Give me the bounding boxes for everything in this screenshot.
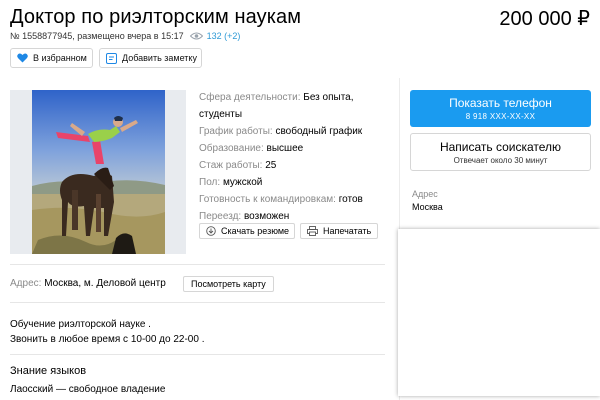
sidebar-address-key: Адрес — [412, 189, 438, 199]
params-list: Сфера деятельности: Без опыта, студенты … — [199, 89, 389, 225]
message-seeker-label: Написать соискателю — [439, 140, 562, 154]
param-sphere: Сфера деятельности: Без опыта, студенты — [199, 92, 354, 120]
divider — [10, 264, 385, 265]
param-schedule: График работы: свободный график — [199, 126, 363, 137]
ad-placeholder — [398, 229, 600, 396]
view-map-button[interactable]: Посмотреть карту — [183, 276, 274, 292]
description-line: Звонить в любое время с 10-00 до 22-00 . — [10, 334, 205, 345]
listing-price: 200 000 ₽ — [499, 8, 590, 30]
param-education: Образование: высшее — [199, 143, 304, 154]
printer-icon — [307, 226, 318, 236]
response-time: Отвечает около 30 минут — [453, 156, 548, 165]
heart-icon — [17, 53, 28, 63]
download-icon — [206, 226, 216, 236]
download-resume-button[interactable]: Скачать резюме — [199, 223, 295, 239]
param-business-trips: Готовность к командировкам: готов — [199, 194, 363, 205]
languages-value: Лаосский — свободное владение — [10, 384, 166, 395]
favorite-button[interactable]: В избранном — [10, 48, 93, 68]
description-line: Обучение риэлторской науке . — [10, 319, 151, 330]
param-experience: Стаж работы: 25 — [199, 160, 277, 171]
show-phone-label: Показать телефон — [449, 96, 552, 110]
eye-icon — [189, 32, 203, 40]
divider — [10, 354, 385, 355]
show-phone-button[interactable]: Показать телефон 8 918 XXX-XX-XX — [410, 90, 591, 127]
favorite-label: В избранном — [33, 53, 87, 63]
listing-photo[interactable] — [10, 90, 186, 254]
message-seeker-button[interactable]: Написать соискателю Отвечает около 30 ми… — [410, 133, 591, 171]
listing-meta: № 1558877945, размещено вчера в 15:17 13… — [10, 31, 240, 41]
address-key: Адрес: — [10, 278, 42, 289]
phone-number: 8 918 XXX-XX-XX — [465, 112, 536, 121]
description: Обучение риэлторской науке . Звонить в л… — [10, 317, 204, 347]
print-button[interactable]: Напечатать — [300, 223, 378, 239]
address-row: Адрес: Москва, м. Деловой центр — [10, 278, 166, 289]
add-note-label: Добавить заметку — [122, 53, 197, 63]
languages-heading: Знание языков — [10, 365, 87, 377]
views-count: 132 (+2) — [206, 31, 241, 41]
listing-number-date: № 1558877945, размещено вчера в 15:17 — [10, 31, 184, 41]
photo-image — [32, 90, 165, 254]
address-value: Москва, м. Деловой центр — [44, 278, 166, 289]
add-note-button[interactable]: Добавить заметку — [99, 48, 202, 68]
param-gender: Пол: мужской — [199, 177, 263, 188]
listing-title: Доктор по риэлторским наукам — [10, 6, 302, 28]
divider — [10, 302, 385, 303]
print-label: Напечатать — [323, 226, 372, 236]
download-resume-label: Скачать резюме — [221, 226, 290, 236]
note-icon — [106, 52, 117, 64]
sidebar-address-value: Москва — [412, 202, 443, 212]
